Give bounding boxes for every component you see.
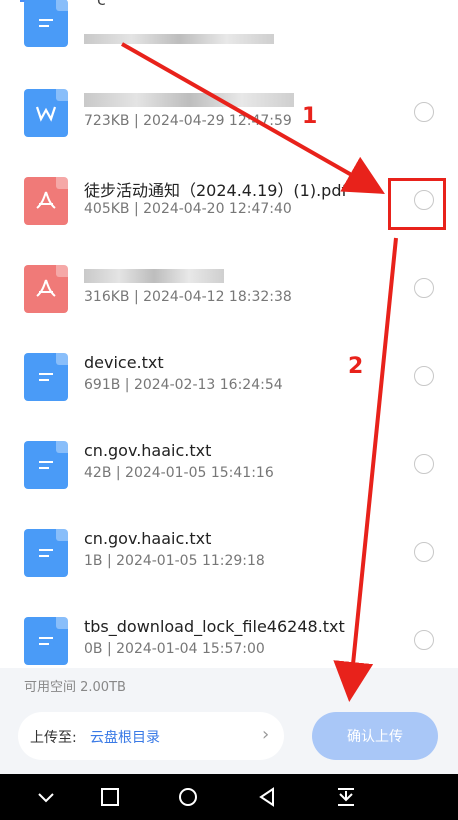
text-file-icon bbox=[24, 353, 68, 401]
destination-selector[interactable]: 上传至: 云盘根目录 › bbox=[18, 712, 284, 760]
back-triangle-icon[interactable] bbox=[255, 786, 279, 808]
text-file-icon bbox=[24, 529, 68, 577]
file-name: 徒步活动通知（2024.4.19）(1).pdf bbox=[84, 181, 348, 200]
upload-panel: 可用空间 2.00TB 上传至: 云盘根目录 › 确认上传 bbox=[0, 668, 458, 774]
square-icon[interactable] bbox=[98, 786, 122, 808]
file-name: device.txt bbox=[84, 353, 164, 372]
file-row[interactable]: 徒步活动通知（2024.4.19）(1).pdf 405KB | 2024-04-… bbox=[0, 177, 458, 265]
file-name bbox=[84, 89, 294, 108]
select-radio[interactable] bbox=[414, 630, 434, 650]
destination-value: 云盘根目录 bbox=[90, 730, 160, 746]
file-meta: 723KB | 2024-04-29 12:47:59 bbox=[84, 113, 292, 129]
file-meta bbox=[84, 31, 274, 47]
file-meta: 1B | 2024-01-05 11:29:18 bbox=[84, 553, 265, 569]
file-row[interactable]: 316KB | 2024-04-12 18:32:38 bbox=[0, 265, 458, 353]
file-list: c 723KB | 2024-04-29 12:47:59 徒步活动通知（2024… bbox=[0, 0, 458, 668]
notification-pulldown-icon[interactable] bbox=[334, 786, 358, 808]
text-file-icon bbox=[24, 0, 68, 47]
destination-label: 上传至: bbox=[30, 730, 77, 746]
system-nav-bar bbox=[0, 774, 458, 820]
text-file-icon bbox=[24, 617, 68, 665]
file-meta: 316KB | 2024-04-12 18:32:38 bbox=[84, 289, 292, 305]
file-name: cn.gov.haaic.txt bbox=[84, 529, 212, 548]
file-meta: 42B | 2024-01-05 15:41:16 bbox=[84, 465, 274, 481]
select-radio[interactable] bbox=[414, 454, 434, 474]
file-row[interactable]: cn.gov.haaic.txt 42B | 2024-01-05 15:41:1… bbox=[0, 441, 458, 529]
file-meta: 691B | 2024-02-13 16:24:54 bbox=[84, 377, 283, 393]
select-radio[interactable] bbox=[414, 542, 434, 562]
file-name: cn.gov.haaic.txt bbox=[84, 441, 212, 460]
chevron-down-icon[interactable] bbox=[34, 786, 58, 808]
confirm-upload-button[interactable]: 确认上传 bbox=[312, 712, 438, 760]
home-circle-icon[interactable] bbox=[176, 786, 200, 808]
pdf-file-icon bbox=[24, 177, 68, 225]
chevron-right-icon: › bbox=[262, 724, 270, 745]
file-meta: 405KB | 2024-04-20 12:47:40 bbox=[84, 201, 292, 217]
select-radio[interactable] bbox=[414, 366, 434, 386]
file-row[interactable]: 723KB | 2024-04-29 12:47:59 bbox=[0, 89, 458, 177]
file-row[interactable]: device.txt 691B | 2024-02-13 16:24:54 bbox=[0, 353, 458, 441]
select-radio[interactable] bbox=[414, 278, 434, 298]
header-partial-text: c bbox=[97, 0, 106, 9]
pdf-file-icon bbox=[24, 265, 68, 313]
word-file-icon bbox=[24, 89, 68, 137]
text-file-icon bbox=[24, 441, 68, 489]
select-radio[interactable] bbox=[414, 102, 434, 122]
file-name bbox=[84, 265, 224, 284]
available-space: 可用空间 2.00TB bbox=[24, 680, 126, 695]
file-meta: 0B | 2024-01-04 15:57:00 bbox=[84, 641, 265, 657]
file-name: tbs_download_lock_file46248.txt bbox=[84, 617, 345, 636]
file-row[interactable]: tbs_download_lock_file46248.txt 0B | 2024… bbox=[0, 617, 458, 668]
select-radio[interactable] bbox=[414, 190, 434, 210]
file-row[interactable]: cn.gov.haaic.txt 1B | 2024-01-05 11:29:18 bbox=[0, 529, 458, 617]
top-bar: c bbox=[0, 0, 458, 12]
